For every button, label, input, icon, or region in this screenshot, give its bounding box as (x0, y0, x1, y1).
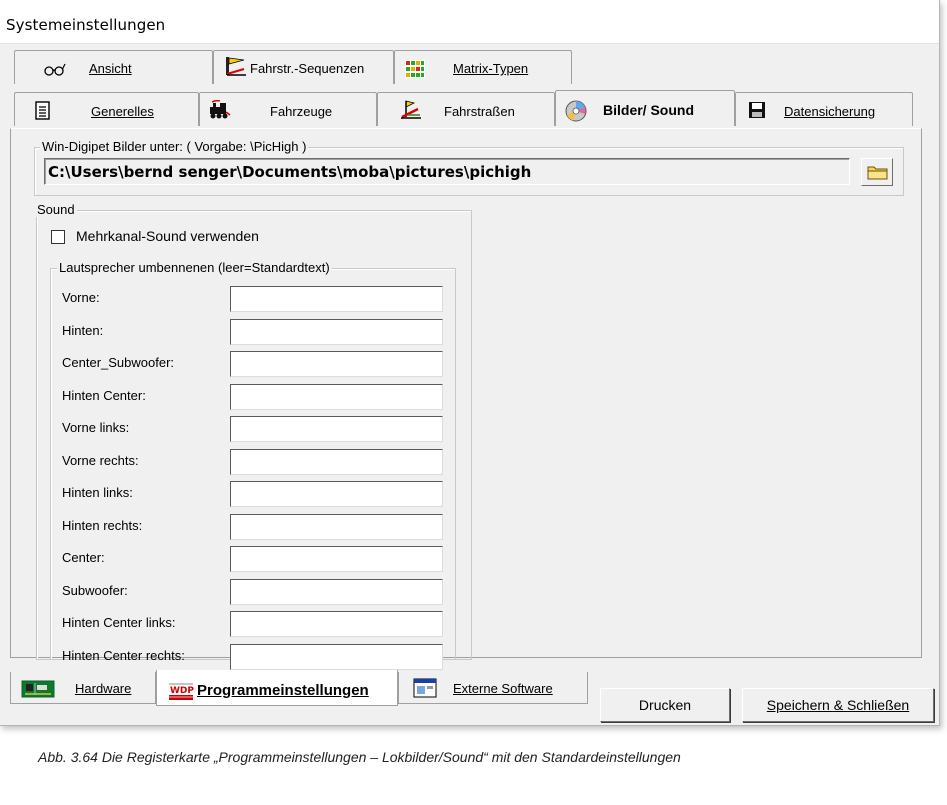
tab-hardware[interactable]: Hardware (10, 672, 156, 704)
speaker-label: Vorne rechts: (62, 453, 139, 468)
speaker-name-input[interactable] (230, 449, 443, 475)
speaker-name-input[interactable] (230, 481, 443, 507)
glasses-icon (43, 61, 66, 79)
tab-fahrzeuge-label: Fahrzeuge (270, 104, 333, 119)
save-close-label: Speichern & Schließen (766, 697, 910, 713)
tab-bilder-sound[interactable]: Bilder/ Sound (555, 90, 735, 126)
browse-folder-button[interactable] (861, 158, 893, 186)
speaker-label: Hinten Center rechts: (62, 648, 185, 663)
route-sequence-icon (224, 55, 246, 76)
speaker-label: Vorne: (62, 290, 100, 305)
figure-caption: Abb. 3.64 Die Registerkarte „Programmein… (38, 749, 681, 765)
speaker-name-input[interactable] (230, 644, 443, 670)
tab-externe-software[interactable]: Externe Software (398, 672, 588, 704)
locomotive-icon (208, 99, 231, 119)
tab-fahrstrassen-label: Fahrstraßen (444, 104, 515, 119)
tab-fahrstrassen[interactable]: Fahrstraßen (377, 92, 555, 126)
speaker-label: Hinten Center links: (62, 615, 176, 630)
speaker-label: Center_Subwoofer: (62, 355, 175, 370)
speaker-label: Hinten rechts: (62, 518, 143, 533)
folder-icon (867, 164, 889, 184)
tab-datensicherung[interactable]: Datensicherung (735, 92, 913, 126)
speaker-label: Subwoofer: (62, 583, 128, 598)
multichannel-sound-checkbox[interactable] (51, 230, 65, 244)
tab-generelles[interactable]: Generelles (14, 92, 199, 126)
tab-externe-software-label: Externe Software (453, 681, 553, 696)
title-bar: Systemeinstellungen (0, 0, 939, 44)
tab-ansicht[interactable]: Ansicht (14, 50, 213, 84)
svg-text:WDP: WDP (170, 686, 194, 696)
speaker-name-input[interactable] (230, 611, 443, 637)
route-flag-icon (400, 99, 422, 119)
speaker-label: Hinten links: (62, 485, 133, 500)
pictures-path-field[interactable]: C:\Users\bernd senger\Documents\moba\pic… (44, 158, 850, 185)
circuit-board-icon (21, 678, 55, 703)
tab-matrix-typen-label: Matrix-Typen (453, 61, 529, 76)
speaker-name-input[interactable] (230, 416, 443, 442)
speaker-name-input[interactable] (230, 286, 443, 312)
window-app-icon (413, 678, 437, 701)
speaker-name-input[interactable] (230, 546, 443, 572)
speaker-name-input[interactable] (230, 384, 443, 410)
tab-programmeinstellungen-label: Programmeinstellungen (197, 682, 369, 699)
window-title: Systemeinstellungen (6, 16, 166, 34)
print-button[interactable]: Drucken (600, 688, 730, 722)
tab-matrix-typen[interactable]: Matrix-Typen (394, 50, 572, 84)
tab-fahrstr-sequenzen-label: Fahrstr.-Sequenzen (250, 61, 365, 76)
speaker-label: Hinten: (62, 323, 104, 338)
pictures-legend: Win-Digipet Bilder unter: ( Vorgabe: \Pi… (40, 139, 309, 154)
speaker-label: Center: (62, 550, 105, 565)
tab-hardware-label: Hardware (75, 681, 132, 696)
tab-fahrstr-sequenzen[interactable]: Fahrstr.-Sequenzen (213, 50, 394, 84)
speaker-name-input[interactable] (230, 579, 443, 605)
speaker-name-input[interactable] (230, 319, 443, 345)
matrix-grid-icon (405, 60, 427, 78)
tab-bilder-sound-label: Bilder/ Sound (603, 102, 694, 118)
speaker-name-input[interactable] (230, 351, 443, 377)
tab-generelles-label: Generelles (91, 104, 154, 119)
speakers-legend: Lautsprecher umbennenen (leer=Standardte… (57, 260, 332, 275)
floppy-disk-icon (748, 101, 770, 119)
sound-legend: Sound (35, 202, 77, 217)
document-icon (35, 101, 57, 120)
settings-window: Systemeinstellungen Ansicht Fahrstr.-Seq… (0, 0, 940, 726)
wdp-logo-icon: WDP (167, 678, 195, 705)
speaker-label: Vorne links: (62, 420, 130, 435)
tab-fahrzeuge[interactable]: Fahrzeuge (199, 92, 377, 126)
tab-ansicht-label: Ansicht (89, 61, 132, 76)
tab-datensicherung-label: Datensicherung (784, 104, 876, 119)
tab-programmeinstellungen[interactable]: WDP Programmeinstellungen (156, 670, 398, 706)
speaker-name-input[interactable] (230, 514, 443, 540)
multichannel-sound-label: Mehrkanal-Sound verwenden (76, 228, 259, 244)
speaker-label: Hinten Center: (62, 388, 146, 403)
cd-disc-icon (564, 99, 587, 122)
save-close-button[interactable]: Speichern & Schließen (742, 688, 934, 722)
